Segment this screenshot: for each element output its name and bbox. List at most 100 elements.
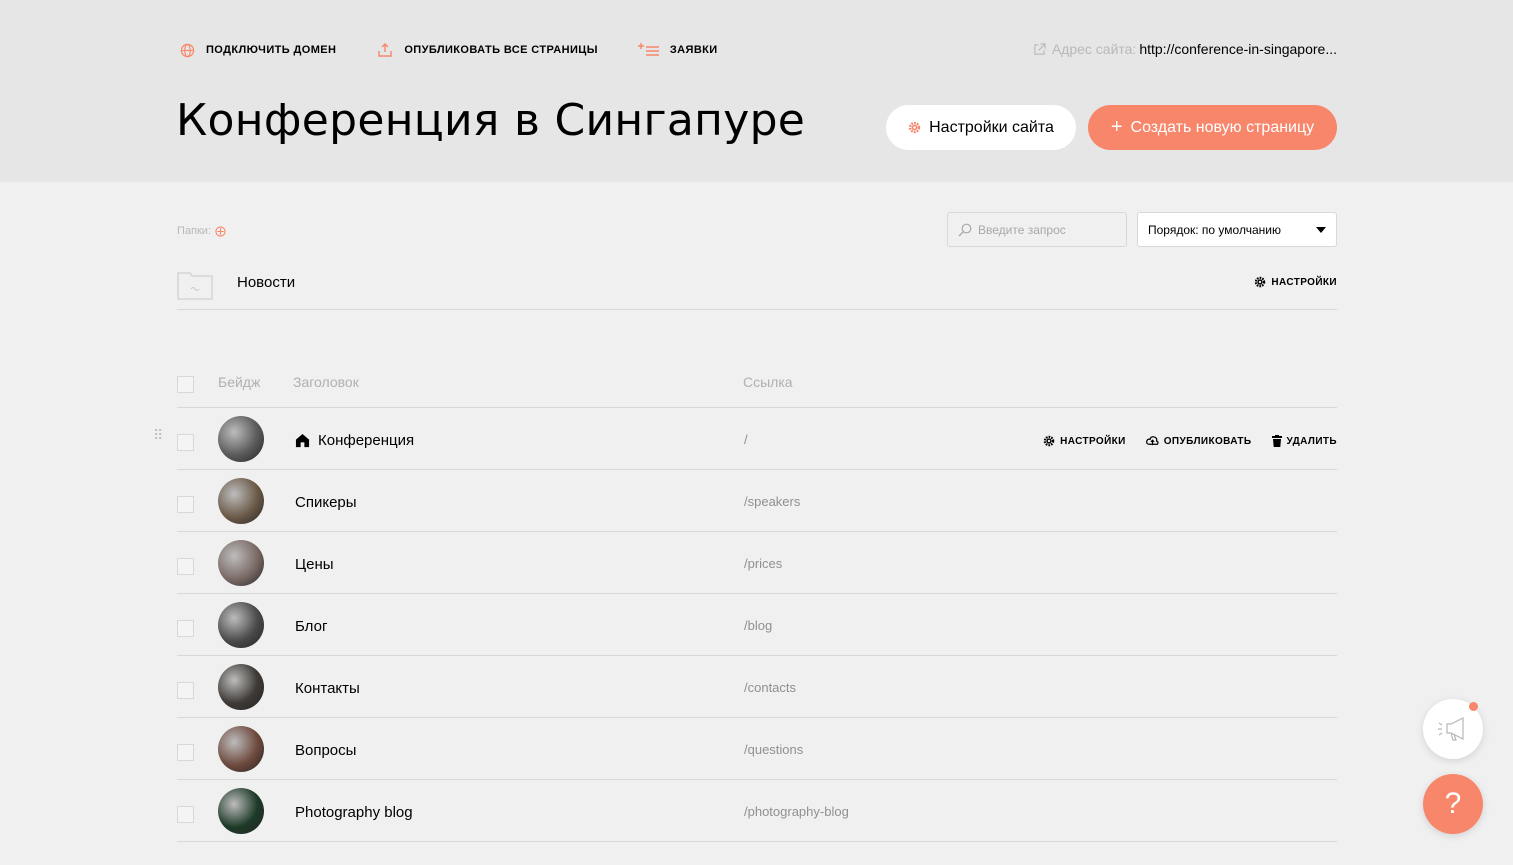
site-address-url[interactable]: http://conference-in-singapore... <box>1139 41 1337 57</box>
table-header: Бейдж Заголовок Ссылка <box>177 362 1337 408</box>
site-settings-button[interactable]: Настройки сайта <box>886 105 1076 150</box>
sort-value: Порядок: по умолчанию <box>1148 222 1281 237</box>
list-add-icon <box>637 41 660 59</box>
page-title-text: Цены <box>295 556 334 573</box>
drag-handle-icon[interactable]: ⠿ <box>153 428 163 442</box>
page-badge-thumbnail <box>218 726 264 772</box>
help-icon: ? <box>1444 787 1462 820</box>
folder-name[interactable]: Новости <box>237 274 295 291</box>
notification-dot <box>1469 702 1478 711</box>
folder-item: Новости НАСТРОЙКИ <box>177 264 1337 310</box>
help-button[interactable]: ? <box>1423 774 1483 834</box>
folders-label: Папки: <box>177 225 226 237</box>
page-badge-thumbnail <box>218 602 264 648</box>
row-checkbox[interactable] <box>177 744 194 761</box>
page-title-text: Конференция <box>318 432 415 449</box>
folders-label-text: Папки: <box>177 225 211 237</box>
row-checkbox[interactable] <box>177 806 194 823</box>
page-title-text: Контакты <box>295 680 360 697</box>
row-publish-label: ОПУБЛИКОВАТЬ <box>1163 435 1252 447</box>
cloud-upload-icon <box>1145 435 1159 447</box>
row-publish-button[interactable]: ОПУБЛИКОВАТЬ <box>1145 435 1252 447</box>
pages-table: Бейдж Заголовок Ссылка ⠿ Конференция / НАСТ… <box>153 362 1337 842</box>
requests-label: ЗАЯВКИ <box>669 44 718 56</box>
page-title-link[interactable]: Блог <box>295 618 327 635</box>
table-row[interactable]: Photography blog/photography-blog <box>177 780 1337 842</box>
table-row[interactable]: Вопросы/questions <box>177 718 1337 780</box>
page-title-text: Блог <box>295 618 328 635</box>
page-title-text: Вопросы <box>295 742 357 759</box>
site-settings-label: Настройки сайта <box>929 118 1054 136</box>
gear-icon <box>1043 435 1055 447</box>
page-link: /questions <box>744 742 804 757</box>
row-checkbox[interactable] <box>177 558 194 575</box>
external-link-icon <box>1033 42 1046 56</box>
page-badge-thumbnail <box>218 664 264 710</box>
page-badge-thumbnail <box>218 478 264 524</box>
folder-settings-button[interactable]: НАСТРОЙКИ <box>1254 276 1337 288</box>
page-title-link[interactable]: Вопросы <box>295 742 356 759</box>
gear-icon <box>908 121 921 134</box>
table-row[interactable]: Блог/blog <box>177 594 1337 656</box>
row-checkbox[interactable] <box>177 434 194 451</box>
row-checkbox[interactable] <box>177 620 194 637</box>
page-link: /speakers <box>744 494 801 509</box>
search-input[interactable] <box>978 222 1118 237</box>
page-link: / <box>744 432 748 447</box>
page-badge-thumbnail <box>218 788 264 834</box>
create-page-label: Создать новую страницу <box>1130 118 1315 136</box>
trash-icon <box>1271 435 1282 447</box>
globe-icon <box>178 41 196 59</box>
page-title: Конференция в Сингапуре <box>176 95 806 146</box>
home-icon <box>295 433 310 448</box>
site-address: Адрес сайта: http://conference-in-singap… <box>1033 41 1337 57</box>
header-title: Заголовок <box>293 374 359 390</box>
page-badge-thumbnail <box>218 416 264 462</box>
requests-button[interactable]: ЗАЯВКИ <box>637 41 718 59</box>
row-checkbox[interactable] <box>177 496 194 513</box>
table-row[interactable]: Спикеры/speakers <box>177 470 1337 532</box>
gear-icon <box>1254 276 1266 288</box>
page-title-link[interactable]: Контакты <box>295 680 360 697</box>
select-all-checkbox[interactable] <box>177 376 194 393</box>
top-nav: ПОДКЛЮЧИТЬ ДОМЕН ОПУБЛИКОВАТЬ ВСЕ СТРАНИ… <box>178 41 758 59</box>
row-settings-button[interactable]: НАСТРОЙКИ <box>1043 435 1126 447</box>
table-row[interactable]: ⠿ Конференция / НАСТРОЙКИ ОПУБЛИКОВАТЬ УДАЛИТ… <box>153 408 1337 470</box>
chevron-down-icon <box>1316 226 1326 233</box>
table-row[interactable]: Контакты/contacts <box>177 656 1337 718</box>
page-title-link[interactable]: Photography blog <box>295 804 413 821</box>
page-title-link[interactable]: Цены <box>295 556 334 573</box>
header-link: Ссылка <box>743 374 793 390</box>
folder-icon[interactable] <box>177 270 213 300</box>
row-delete-label: УДАЛИТЬ <box>1286 435 1337 447</box>
header-badge: Бейдж <box>218 374 261 390</box>
site-address-label: Адрес сайта: <box>1051 41 1137 57</box>
folder-settings-label: НАСТРОЙКИ <box>1271 276 1337 288</box>
page-link: /photography-blog <box>744 804 849 819</box>
row-settings-label: НАСТРОЙКИ <box>1060 435 1126 447</box>
row-actions: НАСТРОЙКИ ОПУБЛИКОВАТЬ УДАЛИТЬ <box>1023 435 1337 447</box>
search-icon <box>958 223 972 237</box>
search-box <box>947 212 1127 247</box>
page-title-link[interactable]: Спикеры <box>295 494 357 511</box>
table-body: ⠿ Конференция / НАСТРОЙКИ ОПУБЛИКОВАТЬ УДАЛИТ… <box>153 408 1337 842</box>
upload-icon <box>376 41 394 59</box>
create-page-button[interactable]: + Создать новую страницу <box>1088 105 1337 150</box>
announcements-button[interactable] <box>1423 699 1483 759</box>
row-delete-button[interactable]: УДАЛИТЬ <box>1271 435 1337 447</box>
row-checkbox[interactable] <box>177 682 194 699</box>
publish-all-label: ОПУБЛИКОВАТЬ ВСЕ СТРАНИЦЫ <box>404 44 598 56</box>
page-title-text: Спикеры <box>295 494 357 511</box>
page-link: /contacts <box>744 680 797 695</box>
connect-domain-button[interactable]: ПОДКЛЮЧИТЬ ДОМЕН <box>178 41 336 59</box>
page-link: /prices <box>744 556 783 571</box>
publish-all-button[interactable]: ОПУБЛИКОВАТЬ ВСЕ СТРАНИЦЫ <box>376 41 598 59</box>
page-title-text: Photography blog <box>295 804 413 821</box>
megaphone-icon <box>1436 716 1470 742</box>
page-badge-thumbnail <box>218 540 264 586</box>
sort-select[interactable]: Порядок: по умолчанию <box>1137 212 1337 247</box>
page-link: /blog <box>744 618 773 633</box>
add-folder-icon[interactable] <box>215 225 226 237</box>
table-row[interactable]: Цены/prices <box>177 532 1337 594</box>
page-title-link[interactable]: Конференция <box>295 432 414 449</box>
